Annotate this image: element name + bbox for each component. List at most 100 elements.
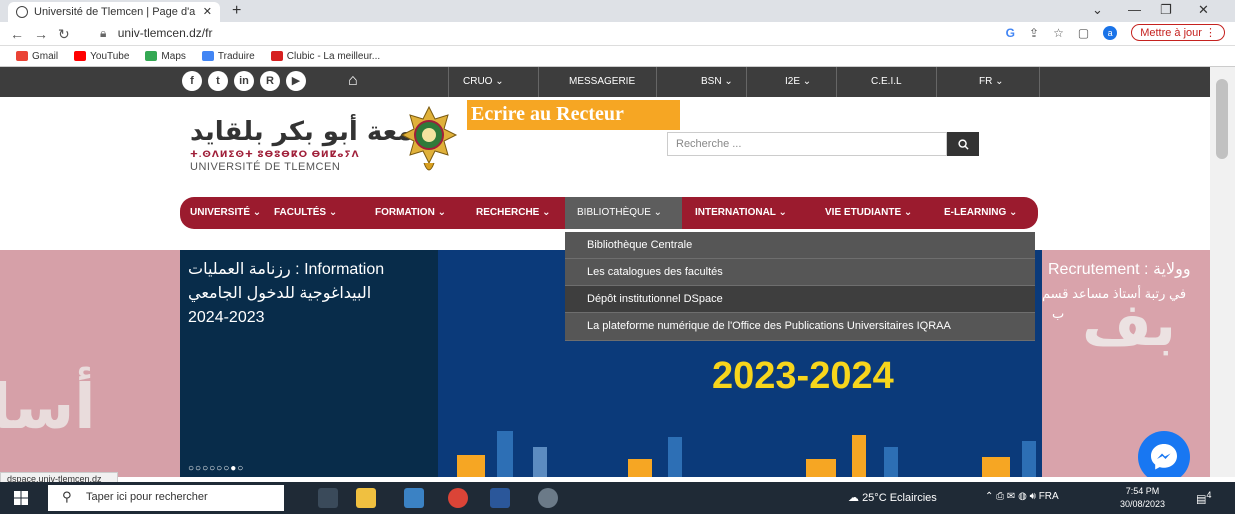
toplink-ceil[interactable]: C.E.I.L: [836, 67, 936, 97]
page-scrollbar[interactable]: [1210, 67, 1235, 477]
messenger-chat-button[interactable]: [1138, 431, 1190, 477]
url-text: univ-tlemcen.dz/fr: [117, 26, 213, 40]
logo-tifinagh: ⵜ.ⵙⴷⵍⵉⵙⵜ ⵓⴱⵓⴱⴽⵔ ⴱⵍⵇⴰⵢⴷ: [190, 149, 360, 159]
clock-time: 7:54 PM: [1125, 486, 1160, 496]
nav-vie-etudiante[interactable]: VIE ETUDIANTE ⌄: [825, 197, 912, 229]
windows-start-icon[interactable]: [14, 491, 28, 505]
search-button[interactable]: [947, 132, 979, 156]
toplink-bsn[interactable]: BSN ⌄: [656, 67, 746, 97]
decor-bar: [852, 435, 866, 477]
taskbar: ⚲ Taper ici pour rechercher ☁ 25°C Eclai…: [0, 482, 1235, 514]
minimize-icon[interactable]: —: [1128, 2, 1141, 17]
nav-international[interactable]: INTERNATIONAL ⌄: [695, 197, 787, 229]
dropdown-item-iqraa[interactable]: La plateforme numérique de l'Office des …: [565, 313, 1035, 341]
close-window-icon[interactable]: ✕: [1198, 2, 1209, 18]
slide-right-line1: Recrutement : وولاية: [1048, 261, 1191, 278]
dropdown-item-bibliotheque-centrale[interactable]: Bibliothèque Centrale: [565, 232, 1035, 259]
taskbar-search-placeholder: Taper ici pour rechercher: [86, 491, 208, 503]
taskbar-search-input[interactable]: ⚲ Taper ici pour rechercher: [48, 485, 284, 511]
year-banner: 2023-2024: [712, 355, 894, 397]
nav-formation[interactable]: FORMATION ⌄: [375, 197, 446, 229]
toplink-cruo[interactable]: CRUO ⌄: [448, 67, 538, 97]
carousel-dots[interactable]: ○○○○○○●○: [188, 463, 244, 474]
google-icon[interactable]: G: [1006, 26, 1015, 40]
bookmark-maps[interactable]: Maps: [145, 51, 186, 62]
youtube-icon: [74, 51, 87, 62]
globe-icon: [16, 6, 28, 18]
weather-widget[interactable]: ☁ 25°C Eclaircies: [848, 491, 937, 504]
bookmark-translate[interactable]: Traduire: [201, 51, 255, 62]
tab-title: Université de Tlemcen | Page d'a: [34, 6, 196, 18]
app-icon[interactable]: [404, 488, 424, 508]
chrome-icon[interactable]: [448, 488, 468, 508]
web-page: f t in R ▶ ⌂ CRUO ⌄ MESSAGERIE BSN ⌄ I2E…: [0, 67, 1210, 477]
notification-count: 4: [1206, 490, 1212, 500]
update-button[interactable]: Mettre à jour ⋮: [1131, 24, 1225, 41]
close-tab-icon[interactable]: ✕: [203, 5, 212, 18]
university-emblem-icon[interactable]: [398, 105, 460, 183]
slide-info-line3: 2024-2023: [188, 309, 265, 326]
url-field[interactable]: 🔒︎ univ-tlemcen.dz/fr: [100, 26, 212, 41]
app-icon-2[interactable]: [538, 488, 558, 508]
bookmarks-bar: Gmail YouTube Maps Traduire Clubic - La …: [0, 47, 1235, 67]
language-selector[interactable]: FR ⌄: [936, 67, 1040, 97]
main-navigation: UNIVERSITÉ ⌄ FACULTÉS ⌄ FORMATION ⌄ RECH…: [180, 197, 1038, 229]
maps-icon: [145, 51, 158, 62]
decor-bar: [668, 437, 682, 477]
toplink-i2e[interactable]: I2E ⌄: [746, 67, 836, 97]
share-icon[interactable]: ⇪: [1029, 26, 1039, 40]
lock-icon: 🔒︎: [100, 26, 107, 40]
address-bar: ←→↻ 🔒︎ univ-tlemcen.dz/fr G ⇪ ☆ ▢ a Mett…: [0, 22, 1235, 46]
nav-bibliotheque[interactable]: BIBLIOTHÈQUE ⌄: [565, 197, 682, 229]
slide-info-line2: البيداغوجية للدخول الجامعي: [188, 285, 372, 302]
chevron-down-icon[interactable]: ⌄: [1092, 2, 1103, 18]
search-icon: ⚲: [62, 489, 72, 504]
recteur-banner[interactable]: Ecrire au Recteur: [467, 100, 680, 130]
nav-recherche[interactable]: RECHERCHE ⌄: [476, 197, 551, 229]
avatar[interactable]: a: [1103, 25, 1118, 40]
twitter-icon[interactable]: t: [208, 71, 228, 91]
search-icon: [957, 139, 969, 150]
notification-icon[interactable]: ▤4: [1196, 490, 1212, 506]
word-icon[interactable]: [490, 488, 510, 508]
slide-info[interactable]: رزنامة العمليات : Information البيداغوجي…: [180, 250, 438, 477]
clubic-icon: [270, 51, 283, 62]
nav-e-learning[interactable]: E-LEARNING ⌄: [944, 197, 1017, 229]
system-tray[interactable]: ⌃ ⎙ ✉ ◍ 🔊︎ FRA: [985, 491, 1059, 502]
linkedin-icon[interactable]: in: [234, 71, 254, 91]
bookmark-gmail[interactable]: Gmail: [16, 51, 58, 62]
translate-icon: [201, 51, 214, 62]
bookmark-youtube[interactable]: YouTube: [74, 51, 129, 62]
task-view-icon[interactable]: [318, 488, 338, 508]
decor-bar: [1022, 441, 1036, 477]
facebook-icon[interactable]: f: [182, 71, 202, 91]
new-tab-button[interactable]: +: [232, 2, 241, 20]
sidepanel-icon[interactable]: ▢: [1078, 26, 1089, 40]
slide-left[interactable]: أسا: [0, 250, 180, 477]
search-input[interactable]: Recherche ...: [667, 132, 947, 156]
youtube-icon[interactable]: ▶: [286, 71, 306, 91]
dropdown-item-dspace[interactable]: Dépôt institutionnel DSpace: [565, 286, 1035, 313]
decor-bar: [884, 447, 898, 477]
clock-date: 30/08/2023: [1120, 499, 1166, 509]
bookmark-clubic[interactable]: Clubic - La meilleur...: [270, 51, 380, 62]
decor-bar: [628, 459, 652, 477]
star-icon[interactable]: ☆: [1053, 26, 1064, 40]
file-explorer-icon[interactable]: [356, 488, 376, 508]
nav-facultes[interactable]: FACULTÉS ⌄: [274, 197, 337, 229]
nav-universite[interactable]: UNIVERSITÉ ⌄: [190, 197, 261, 229]
header: جامعة أبو بكر بلقايد ⵜ.ⵙⴷⵍⵉⵙⵜ ⵓⴱⵓⴱⴽⵔ ⴱⵍⵇ…: [0, 97, 1210, 197]
scrollbar-thumb[interactable]: [1216, 79, 1228, 159]
decor-bar: [982, 457, 1010, 477]
browser-tab[interactable]: Université de Tlemcen | Page d'a ✕: [8, 2, 220, 22]
dropdown-item-catalogues[interactable]: Les catalogues des facultés: [565, 259, 1035, 286]
library-dropdown-menu: Bibliothèque Centrale Les catalogues des…: [565, 232, 1035, 341]
restore-icon[interactable]: ❐: [1160, 2, 1172, 18]
taskbar-clock[interactable]: 7:54 PM 30/08/2023: [1120, 485, 1165, 511]
toplink-messagerie[interactable]: MESSAGERIE: [538, 67, 656, 97]
home-icon[interactable]: ⌂: [348, 72, 358, 90]
decor-bar: [497, 431, 513, 477]
rg-icon[interactable]: R: [260, 71, 280, 91]
logo-french[interactable]: UNIVERSITÉ DE TLEMCEN: [190, 161, 340, 173]
nav-buttons[interactable]: ←→↻: [10, 26, 80, 43]
